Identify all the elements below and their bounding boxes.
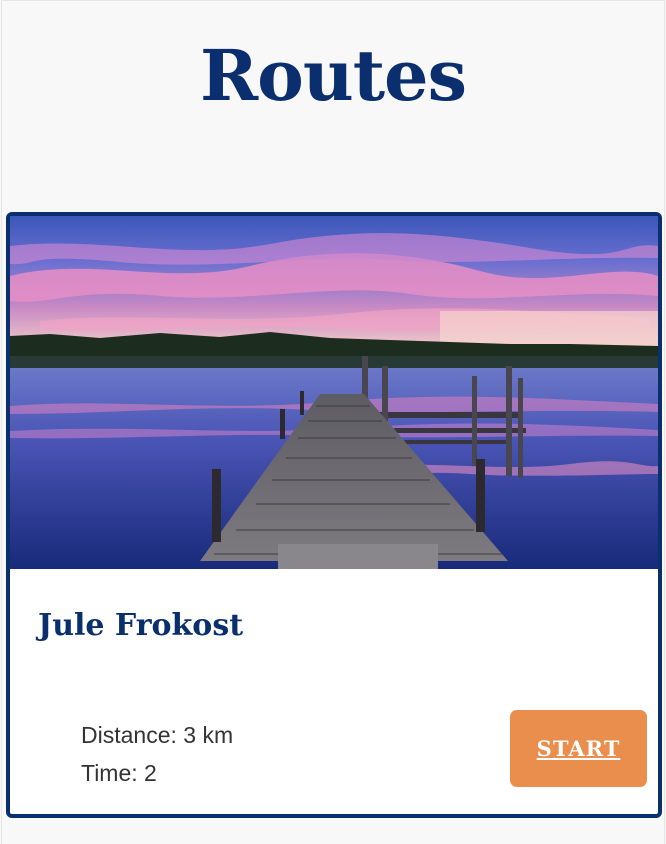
route-stats: Distance: 3 km Time: 2: [81, 716, 233, 792]
distance-row: Distance: 3 km: [81, 716, 233, 754]
far-shore: [10, 356, 658, 368]
distance-value: 3 km: [183, 722, 234, 748]
distance-label: Distance:: [81, 722, 177, 748]
route-name: Jule Frokost: [38, 608, 244, 643]
route-photo: [10, 216, 658, 569]
route-card[interactable]: Jule Frokost Distance: 3 km Time: 2 STAR…: [6, 212, 662, 818]
start-button[interactable]: START: [510, 710, 647, 787]
page-title: Routes: [199, 34, 467, 117]
time-label: Time:: [81, 760, 138, 786]
routes-page: Routes Jule Frokost Distance: 3 km Time:…: [1, 0, 665, 844]
time-row: Time: 2: [81, 754, 233, 792]
time-value: 2: [144, 760, 157, 786]
sunset-glow: [440, 311, 658, 346]
dock-end-planks: [278, 544, 438, 569]
